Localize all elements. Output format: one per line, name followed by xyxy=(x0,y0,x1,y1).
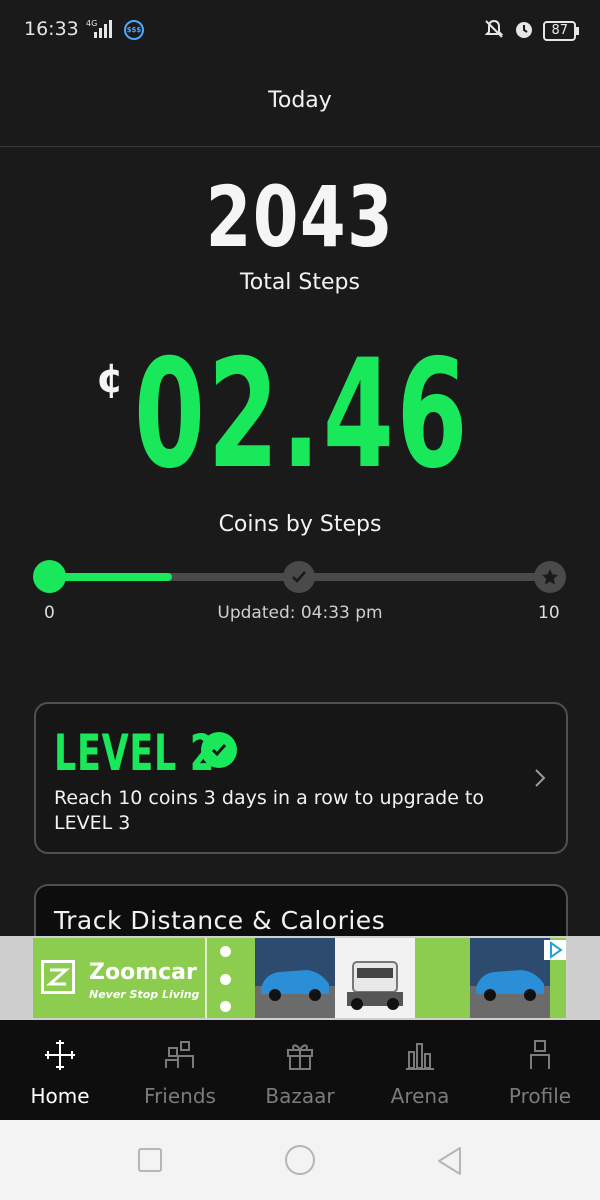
updated-timestamp: Updated: 04:33 pm xyxy=(217,603,383,623)
level-title: LEVEL 2 xyxy=(54,724,215,782)
nav-label: Bazaar xyxy=(265,1084,335,1108)
nav-label: Friends xyxy=(144,1084,216,1108)
car-image xyxy=(470,938,550,1018)
status-bar: 16:33 4G $$$ 87 xyxy=(0,0,600,62)
car-image xyxy=(255,938,335,1018)
signal-icon: 4G xyxy=(84,18,116,44)
bottom-nav: Home Friends Bazaar Arena Profile xyxy=(0,1020,600,1120)
ad-choices-icon[interactable] xyxy=(544,940,566,960)
nav-friends[interactable]: Friends xyxy=(120,1020,240,1120)
ad-brand: Zoomcar xyxy=(89,960,197,985)
status-time: 16:33 xyxy=(24,18,79,40)
ad-dots xyxy=(215,946,235,1012)
ad-brand-box: Zoomcar Never Stop Living xyxy=(33,938,205,1018)
total-steps-label: Total Steps xyxy=(240,270,360,295)
page-title: Today xyxy=(268,88,332,113)
nav-label: Arena xyxy=(390,1084,450,1108)
coin-symbol: ¢ xyxy=(96,356,124,402)
profile-icon xyxy=(523,1038,557,1072)
friends-icon xyxy=(163,1038,197,1072)
nav-profile[interactable]: Profile xyxy=(480,1020,600,1120)
arena-icon xyxy=(403,1038,437,1072)
progress-goal-star-icon xyxy=(534,561,566,593)
ad-banner[interactable]: Zoomcar Never Stop Living xyxy=(0,936,600,1020)
ad-dot xyxy=(219,946,231,957)
progress-start-marker xyxy=(33,560,66,593)
nav-bazaar[interactable]: Bazaar xyxy=(240,1020,360,1120)
recent-apps-icon[interactable] xyxy=(138,1148,162,1176)
coins-progress-bar xyxy=(32,560,568,594)
nav-arena[interactable]: Arena xyxy=(360,1020,480,1120)
level-check-icon xyxy=(201,732,237,768)
app-notification-icon: $$$ xyxy=(124,20,144,40)
home-button-icon[interactable] xyxy=(284,1144,316,1180)
ad-dot xyxy=(219,973,231,985)
total-steps-value: 2043 xyxy=(205,168,395,266)
alarm-icon xyxy=(513,18,535,44)
ad-dot xyxy=(219,1001,231,1012)
silent-icon xyxy=(483,18,505,44)
level-card[interactable]: LEVEL 2 Reach 10 coins 3 days in a row t… xyxy=(34,702,568,854)
level-description: Reach 10 coins 3 days in a row to upgrad… xyxy=(54,787,485,834)
svg-text:4G: 4G xyxy=(86,19,97,28)
nav-label: Profile xyxy=(508,1084,572,1108)
coins-label: Coins by Steps xyxy=(218,512,382,537)
ad-content[interactable]: Zoomcar Never Stop Living xyxy=(33,938,566,1018)
coins-value: 02.46 xyxy=(134,328,471,502)
ad-tagline: Never Stop Living xyxy=(89,988,200,1001)
chevron-right-icon xyxy=(532,766,548,794)
nav-home[interactable]: Home xyxy=(0,1020,120,1120)
suv-image xyxy=(335,938,415,1018)
battery-indicator: 87 xyxy=(543,21,579,41)
system-nav-bar xyxy=(0,1120,600,1200)
ad-divider xyxy=(205,938,207,1018)
nav-label: Home xyxy=(30,1084,90,1108)
progress-max-label: 10 xyxy=(538,603,560,623)
home-icon xyxy=(43,1038,77,1072)
header-divider xyxy=(0,146,600,147)
progress-fill xyxy=(48,573,172,581)
progress-checkpoint-icon xyxy=(283,561,315,593)
zoomcar-logo-icon xyxy=(41,960,75,994)
back-icon[interactable] xyxy=(436,1146,464,1180)
gift-icon xyxy=(283,1038,317,1072)
track-card-title: Track Distance & Calories xyxy=(54,906,386,935)
status-right: 87 xyxy=(483,18,579,44)
